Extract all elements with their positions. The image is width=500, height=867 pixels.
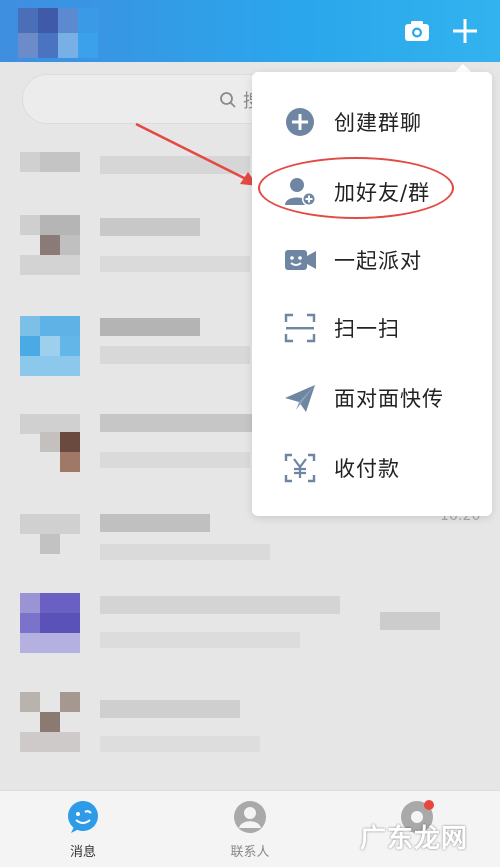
plus-icon[interactable] <box>450 16 480 46</box>
menu-item-party[interactable]: 一起派对 <box>252 230 492 290</box>
menu-item-face-transfer[interactable]: 面对面快传 <box>252 368 492 428</box>
menu-item-scan[interactable]: 扫一扫 <box>252 298 492 358</box>
watermark: 广东龙网 <box>360 824 469 854</box>
tab-label: 联系人 <box>230 845 270 860</box>
message-icon <box>68 801 98 833</box>
search-icon <box>220 92 236 108</box>
menu-item-label: 收付款 <box>334 457 400 481</box>
party-video-icon <box>285 250 316 270</box>
tab-contacts[interactable]: 联系人 <box>215 797 285 863</box>
plus-dropdown-menu: 创建群聊 加好友/群 一起派对 扫一扫 面对面快传 收付款 <box>252 72 492 516</box>
scan-icon <box>284 313 316 343</box>
add-circle-icon <box>286 108 314 136</box>
highlight-circle <box>258 157 454 219</box>
yuan-scan-icon <box>284 453 316 483</box>
menu-item-label: 创建群聊 <box>334 111 422 135</box>
menu-item-label: 扫一扫 <box>334 317 400 341</box>
menu-item-label: 一起派对 <box>334 249 422 273</box>
top-bar <box>0 0 500 62</box>
menu-item-payment[interactable]: 收付款 <box>252 438 492 498</box>
avatar[interactable] <box>18 8 98 58</box>
contacts-icon <box>234 801 266 833</box>
menu-item-create-group[interactable]: 创建群聊 <box>252 92 492 152</box>
tab-messages[interactable]: 消息 <box>48 797 118 863</box>
tab-label: 消息 <box>69 845 96 860</box>
paper-plane-icon <box>285 385 315 412</box>
camera-icon[interactable] <box>402 16 432 46</box>
annotation-arrow <box>135 122 258 186</box>
menu-item-label: 面对面快传 <box>334 387 444 411</box>
